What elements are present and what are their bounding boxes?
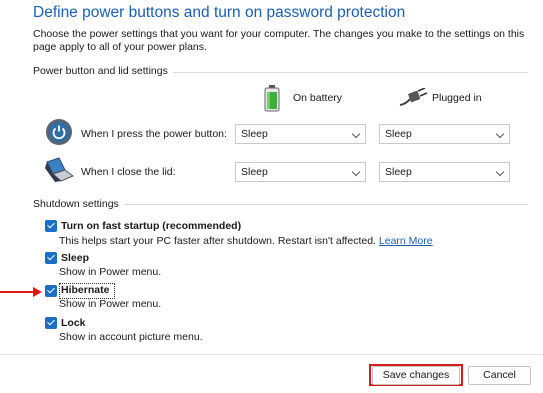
fast-startup-desc: This helps start your PC faster after sh… bbox=[59, 235, 433, 247]
hibernate-desc: Show in Power menu. bbox=[59, 298, 162, 310]
sleep-checkbox[interactable] bbox=[45, 252, 57, 264]
laptop-lid-icon bbox=[45, 157, 74, 182]
fast-startup-desc-text: This helps start your PC faster after sh… bbox=[59, 235, 376, 247]
chevron-down-icon bbox=[495, 129, 505, 139]
fast-startup-label[interactable]: Turn on fast startup (recommended) bbox=[61, 220, 241, 232]
lid-plugged-value: Sleep bbox=[385, 166, 412, 178]
lid-battery-value: Sleep bbox=[241, 166, 268, 178]
save-changes-button[interactable]: Save changes bbox=[372, 366, 460, 385]
power-button-battery-select[interactable]: Sleep bbox=[235, 124, 366, 144]
learn-more-link[interactable]: Learn More bbox=[379, 235, 433, 247]
lid-row-label: When I close the lid: bbox=[81, 166, 176, 178]
hibernate-label[interactable]: Hibernate bbox=[61, 284, 109, 296]
sleep-label[interactable]: Sleep bbox=[61, 252, 89, 264]
shutdown-group-label: Shutdown settings bbox=[33, 198, 124, 210]
annotation-arrow-line bbox=[0, 291, 34, 293]
chevron-down-icon bbox=[351, 129, 361, 139]
chevron-down-icon bbox=[351, 167, 361, 177]
power-button-battery-value: Sleep bbox=[241, 128, 268, 140]
hibernate-checkbox[interactable] bbox=[45, 285, 57, 297]
battery-icon bbox=[264, 85, 280, 112]
cancel-button[interactable]: Cancel bbox=[468, 366, 531, 385]
footer-divider bbox=[0, 354, 543, 355]
lid-plugged-select[interactable]: Sleep bbox=[379, 162, 510, 182]
lock-label[interactable]: Lock bbox=[61, 317, 86, 329]
power-button-row-label: When I press the power button: bbox=[81, 128, 227, 140]
on-battery-header: On battery bbox=[293, 92, 343, 104]
chevron-down-icon bbox=[495, 167, 505, 177]
lock-desc: Show in account picture menu. bbox=[59, 331, 203, 343]
plugged-in-header: Plugged in bbox=[432, 92, 482, 104]
annotation-arrow-head bbox=[33, 287, 42, 297]
fast-startup-checkbox[interactable] bbox=[45, 220, 57, 232]
plug-icon bbox=[399, 88, 428, 106]
lock-checkbox[interactable] bbox=[45, 317, 57, 329]
page-title: Define power buttons and turn on passwor… bbox=[33, 4, 406, 21]
lid-battery-select[interactable]: Sleep bbox=[235, 162, 366, 182]
power-group-label: Power button and lid settings bbox=[33, 65, 173, 77]
power-button-icon bbox=[46, 119, 72, 145]
power-button-plugged-value: Sleep bbox=[385, 128, 412, 140]
power-button-plugged-select[interactable]: Sleep bbox=[379, 124, 510, 144]
sleep-desc: Show in Power menu. bbox=[59, 266, 162, 278]
intro-text: Choose the power settings that you want … bbox=[33, 28, 525, 53]
